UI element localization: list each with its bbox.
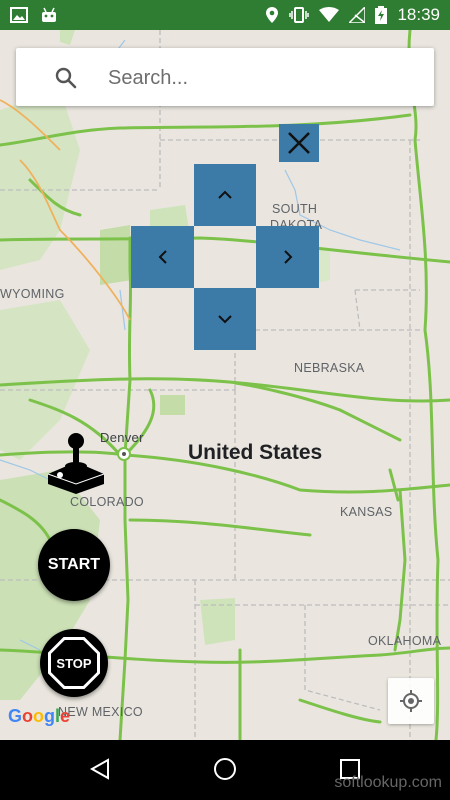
my-location-button[interactable] <box>388 678 434 724</box>
battery-charging-icon <box>375 6 388 24</box>
stop-label: STOP <box>56 655 92 671</box>
crosshair-icon <box>400 690 422 712</box>
chevron-left-icon <box>158 250 167 264</box>
android-notification-icon <box>40 6 58 24</box>
signal-icon <box>349 7 366 23</box>
vibrate-icon <box>289 6 310 24</box>
chevron-down-icon <box>218 315 232 324</box>
dpad-down-button[interactable] <box>194 288 256 350</box>
search-bar[interactable] <box>16 48 434 106</box>
search-input[interactable] <box>106 60 410 96</box>
joystick-button[interactable] <box>46 432 106 499</box>
joystick-icon <box>47 433 105 494</box>
close-button[interactable] <box>279 124 319 162</box>
back-triangle-icon <box>89 758 109 780</box>
stop-sign-icon: STOP <box>48 637 100 689</box>
search-icon[interactable] <box>54 66 78 95</box>
close-icon <box>288 132 310 154</box>
image-notification-icon <box>10 6 28 24</box>
chevron-right-icon <box>283 250 292 264</box>
label-united-states: United States <box>188 441 323 464</box>
stop-button[interactable]: STOP <box>40 629 108 697</box>
chevron-up-icon <box>218 190 232 199</box>
location-icon <box>265 6 279 24</box>
watermark: softlookup.com <box>334 774 442 791</box>
label-oklahoma: OKLAHOMA <box>368 634 442 648</box>
google-logo: Google <box>8 706 71 726</box>
clock: 18:39 <box>397 5 440 24</box>
wifi-icon <box>319 7 340 23</box>
start-label: START <box>47 556 101 573</box>
dpad-left-button[interactable] <box>131 226 194 288</box>
start-button[interactable]: START <box>38 529 110 601</box>
dpad-right-button[interactable] <box>256 226 319 288</box>
label-wyoming: WYOMING <box>0 287 65 301</box>
label-south-dakota-line1: SOUTH <box>272 202 318 216</box>
label-nebraska: NEBRASKA <box>294 361 365 375</box>
back-button[interactable] <box>88 757 112 786</box>
status-bar: 18:39 <box>0 0 450 30</box>
home-circle-icon <box>214 758 236 780</box>
label-kansas: KANSAS <box>340 505 393 519</box>
label-denver: Denver <box>100 430 144 445</box>
label-new-mexico: NEW MEXICO <box>58 705 143 719</box>
home-button[interactable] <box>213 757 237 786</box>
dpad-up-button[interactable] <box>194 164 256 226</box>
